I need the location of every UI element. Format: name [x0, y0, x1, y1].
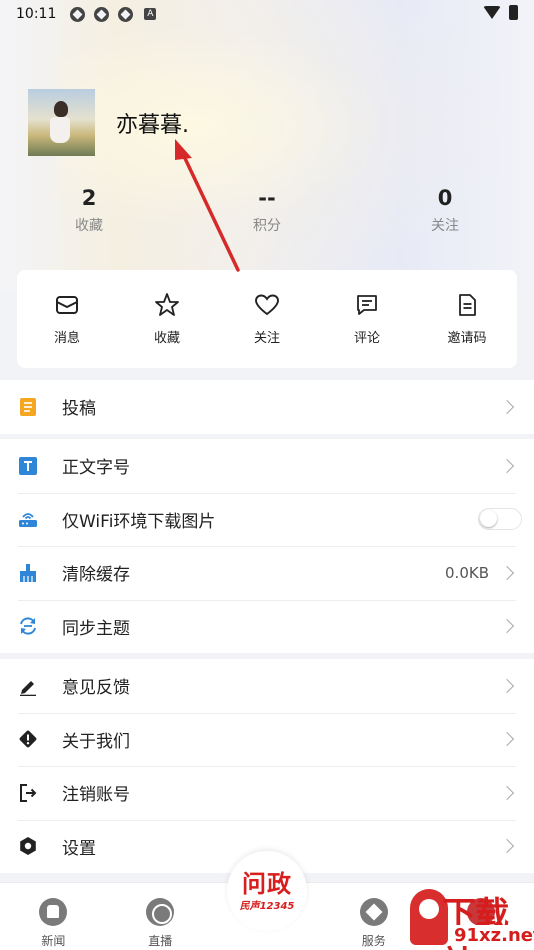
- menu-item-label: 关于我们: [62, 731, 130, 752]
- router-icon: [18, 509, 38, 529]
- service-icon: [359, 898, 388, 926]
- wenzheng-subtitle: 民声12345: [239, 900, 295, 912]
- menu-item-label: 同步主题: [62, 618, 130, 639]
- menu-item-label: 注销账号: [62, 785, 130, 806]
- menu-group-contribute: 投稿: [0, 380, 534, 434]
- nav-item-news[interactable]: 新闻: [0, 883, 107, 950]
- nav-label: 服务: [361, 934, 386, 948]
- chevron-right-icon: [499, 399, 515, 414]
- menu-item-contribute[interactable]: 投稿: [0, 380, 534, 434]
- pen-icon: [18, 676, 38, 696]
- menu-item-feedback[interactable]: 意见反馈: [0, 659, 534, 713]
- sync-icon: [18, 616, 38, 636]
- menu-item-wifi-images[interactable]: 仅WiFi环境下载图片: [0, 492, 534, 547]
- gear-icon: [18, 836, 38, 856]
- info-diamond-icon: [18, 729, 38, 749]
- chevron-right-icon: [499, 678, 515, 693]
- exit-icon: [18, 783, 38, 803]
- live-icon: [146, 898, 175, 926]
- menu-item-label: 投稿: [62, 399, 96, 420]
- chevron-right-icon: [499, 732, 515, 747]
- text-icon: [18, 456, 38, 476]
- menu-item-clear-cache[interactable]: 清除缓存 0.0KB: [0, 546, 534, 600]
- annotation-arrow: [175, 139, 240, 272]
- quick-action-label: 关注: [253, 331, 280, 346]
- menu-item-font-size[interactable]: 正文字号: [0, 439, 534, 493]
- notebook-icon: [18, 397, 38, 417]
- menu-item-label: 意见反馈: [62, 678, 130, 699]
- wenzheng-title: 问政: [242, 869, 292, 898]
- nav-label: 新闻: [41, 934, 66, 948]
- menu-item-label: 清除缓存: [62, 565, 130, 586]
- chevron-right-icon: [499, 458, 515, 473]
- watermark-url: 91xz.net: [452, 925, 534, 946]
- quick-action-label: 收藏: [153, 331, 180, 346]
- menu-item-label: 仅WiFi环境下载图片: [62, 511, 216, 532]
- site-watermark: 下载站 91xz.net: [410, 885, 534, 950]
- wenzheng-button[interactable]: 问政 民声12345: [227, 851, 307, 931]
- chevron-right-icon: [499, 839, 515, 854]
- quick-action-label: 消息: [53, 331, 80, 346]
- home-icon: [39, 898, 68, 926]
- broom-icon: [18, 563, 38, 583]
- chevron-right-icon: [499, 619, 515, 634]
- nav-label: 直播: [148, 934, 173, 948]
- cache-size: 0.0KB: [445, 563, 489, 582]
- menu-item-about[interactable]: 关于我们: [0, 712, 534, 767]
- wifi-images-toggle[interactable]: [478, 508, 522, 531]
- quick-action-label: 邀请码: [447, 331, 487, 346]
- chevron-right-icon: [499, 785, 515, 800]
- menu-group-account: 意见反馈 关于我们 注销账号 设置: [0, 659, 534, 873]
- menu-item-label: 设置: [62, 838, 96, 859]
- chevron-right-icon: [499, 565, 515, 580]
- quick-action-label: 评论: [353, 331, 380, 346]
- nav-item-live[interactable]: 直播: [107, 883, 214, 950]
- menu-item-label: 正文字号: [62, 458, 130, 479]
- menu-item-sync-theme[interactable]: 同步主题: [0, 599, 534, 654]
- menu-item-logout[interactable]: 注销账号: [0, 766, 534, 820]
- menu-group-preferences: 正文字号 仅WiFi环境下载图片 清除缓存 0.0KB 同步主题: [0, 439, 534, 653]
